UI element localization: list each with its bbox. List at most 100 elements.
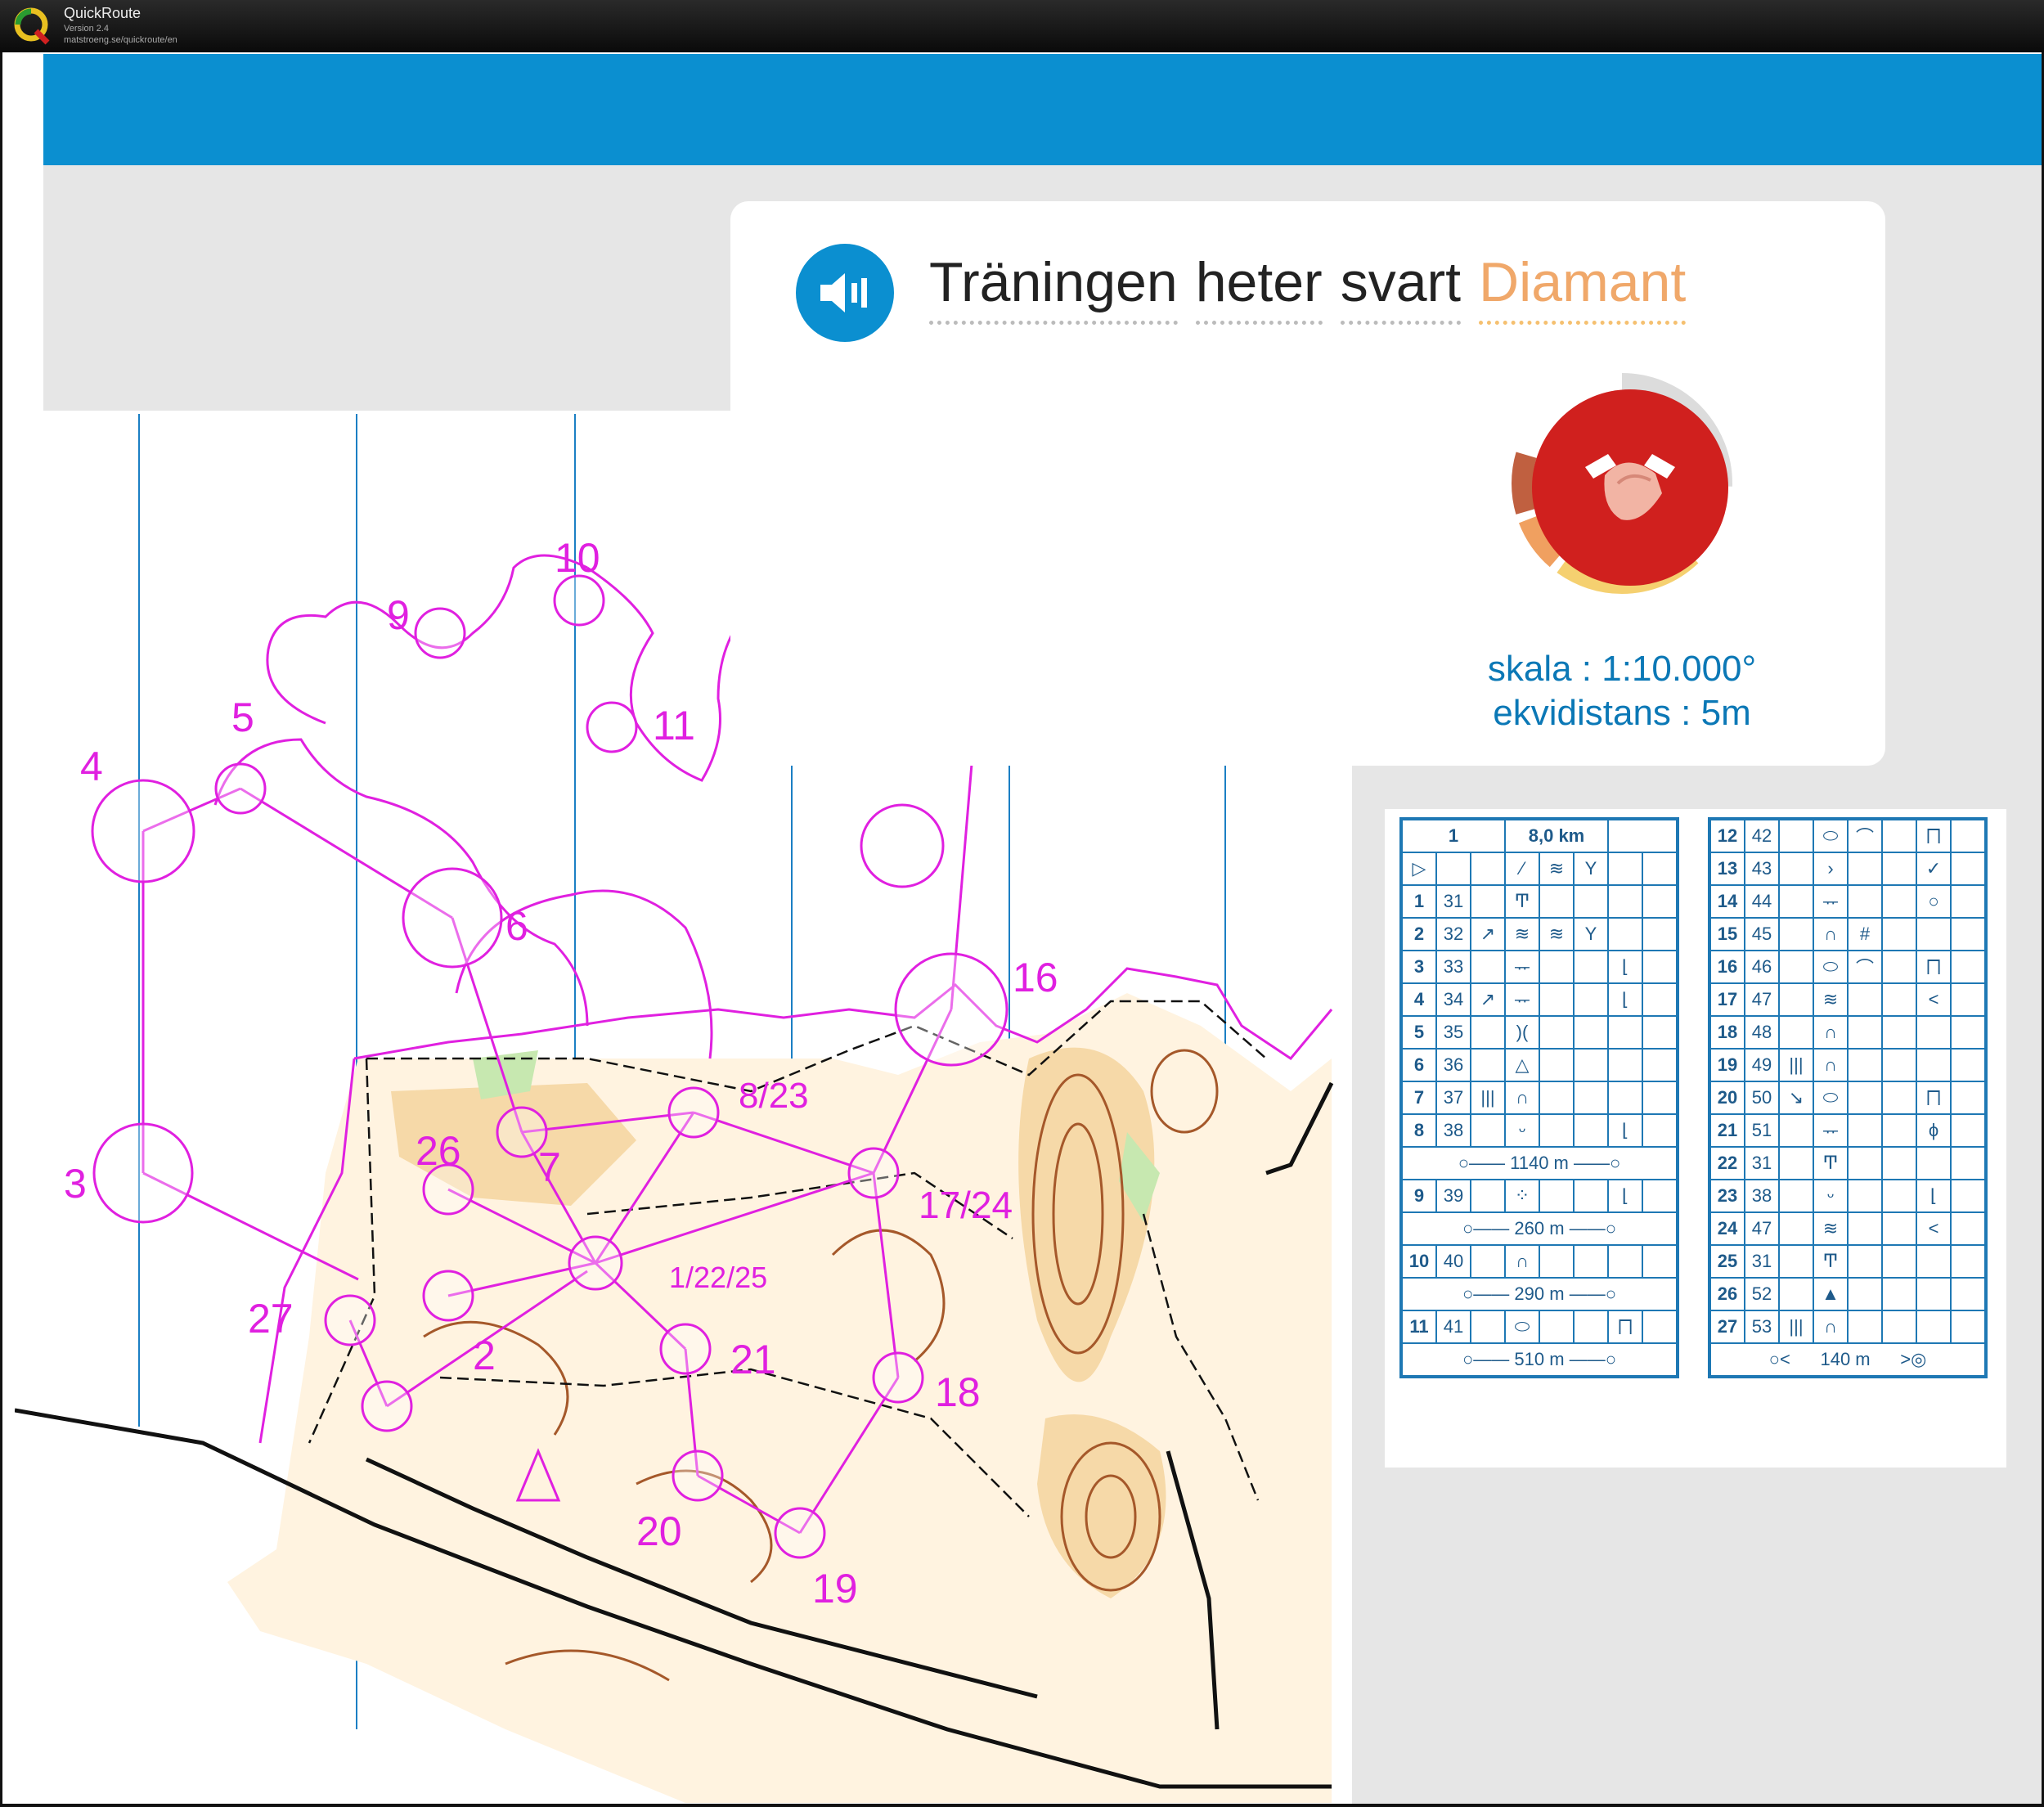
control-no: 16: [1709, 950, 1745, 984]
window-titlebar: QuickRoute Version 2.4 matstroeng.se/qui…: [0, 0, 2044, 52]
control-label: 1/22/25: [669, 1261, 767, 1294]
control-label: 19: [812, 1566, 858, 1611]
control-no: 6: [1400, 1048, 1437, 1082]
marsh-icon: ≋: [1813, 1211, 1849, 1246]
between-icon: |||: [1778, 1310, 1814, 1344]
cliff-icon: ᅲ: [1813, 1113, 1849, 1148]
description-cell: [1881, 917, 1917, 951]
description-cell: [1607, 1015, 1643, 1050]
control-code: 36: [1435, 1048, 1471, 1082]
description-cell: [1778, 818, 1814, 853]
description-cell: [1847, 1277, 1883, 1311]
control-no: 24: [1709, 1211, 1745, 1246]
ring-icon: ϕ: [1916, 1113, 1952, 1148]
control-no: 19: [1709, 1048, 1745, 1082]
description-cell: ⌒: [1847, 950, 1883, 984]
description-cell: [1470, 1310, 1506, 1344]
description-cell: [1539, 1113, 1575, 1148]
description-cell: [1950, 1081, 1987, 1115]
map-scale-info: skala : 1:10.000° ekvidistans : 5m: [1450, 647, 1794, 735]
app-version: Version 2.4: [64, 24, 110, 34]
control-no: 26: [1709, 1277, 1745, 1311]
description-cell: [1881, 1310, 1917, 1344]
description-cell: [1881, 852, 1917, 886]
feature-icon: Y: [1573, 852, 1609, 886]
control-no: 20: [1709, 1081, 1745, 1115]
corner-icon: ⌊: [1607, 1113, 1643, 1148]
marsh-icon: ≋: [1504, 917, 1540, 951]
blue-banner: [43, 54, 2042, 165]
check-icon: ✓: [1916, 852, 1952, 886]
control-code: 49: [1744, 1048, 1780, 1082]
description-cell: [1950, 950, 1987, 984]
foot-icon: ⨅: [1916, 818, 1952, 853]
control-no: 15: [1709, 917, 1745, 951]
control-code: 47: [1744, 1211, 1780, 1246]
description-cell: [1881, 1048, 1917, 1082]
control-label: 18: [935, 1369, 981, 1415]
course-length: 8,0 km: [1504, 818, 1609, 853]
description-cell: [1607, 852, 1643, 886]
description-cell: [1847, 1048, 1883, 1082]
description-table-left: 1 8,0 km ▷ ⁄ ≋ Y 1 31 Ͳ 2 32 ↗ ≋ ≋ Y 3 33 ᅲ ⌊ 4 34 ↗ ᅲ ⌊…: [1399, 817, 1679, 1378]
control-code: 31: [1744, 1244, 1780, 1279]
control-no: 3: [1400, 950, 1437, 984]
control-code: 31: [1744, 1146, 1780, 1180]
description-cell: [1881, 884, 1917, 919]
description-cell: [1539, 1244, 1575, 1279]
description-cell: [1607, 818, 1678, 853]
description-cell: [1470, 1179, 1506, 1213]
spur-icon: ›: [1813, 852, 1849, 886]
description-cell: [1916, 917, 1952, 951]
control-no: 8: [1400, 1113, 1437, 1148]
angle-icon: <: [1916, 982, 1952, 1017]
map-image-canvas[interactable]: 1/22/25 2 3 4 5 6 7 8/23 9 10 11 12 13 1…: [2, 52, 2042, 1804]
control-no: 18: [1709, 1015, 1745, 1050]
control-code: 46: [1744, 950, 1780, 984]
arrow-icon: ↗: [1470, 917, 1506, 951]
description-cell: [1847, 1244, 1883, 1279]
control-code: 47: [1744, 982, 1780, 1017]
knoll-icon: ∩: [1504, 1244, 1540, 1279]
description-cell: [1778, 1113, 1814, 1148]
cliff-icon: ᅲ: [1504, 950, 1540, 984]
description-cell: [1881, 1146, 1917, 1180]
description-cell: [1881, 1081, 1917, 1115]
description-cell: [1916, 1244, 1952, 1279]
ellipse-icon: ⬭: [1813, 1081, 1849, 1115]
description-cell: [1642, 1310, 1678, 1344]
description-cell: [1470, 1015, 1506, 1050]
control-label: 4: [80, 744, 103, 789]
control-no: 27: [1709, 1310, 1745, 1344]
description-cell: [1950, 1310, 1987, 1344]
control-code: 31: [1435, 884, 1471, 919]
leg-distance: ○—— 260 m ——○: [1400, 1211, 1678, 1246]
speaker-button[interactable]: [796, 244, 894, 342]
description-cell: [1539, 950, 1575, 984]
description-cell: [1881, 950, 1917, 984]
description-cell: [1642, 1081, 1678, 1115]
title-word: svart: [1340, 250, 1462, 325]
control-label: 7: [538, 1144, 561, 1190]
description-cell: [1950, 1277, 1987, 1311]
grid-icon: #: [1847, 917, 1883, 951]
description-cell: [1778, 982, 1814, 1017]
quickroute-logo-icon: [14, 7, 50, 45]
description-cell: [1435, 852, 1471, 886]
title-word: Träningen: [929, 250, 1178, 325]
boulder-icon: Ͳ: [1813, 1244, 1849, 1279]
description-cell: [1573, 1048, 1609, 1082]
description-cell: [1470, 950, 1506, 984]
boulder-icon: Ͳ: [1504, 884, 1540, 919]
feature-icon: ≋: [1539, 852, 1575, 886]
description-cell: [1539, 1015, 1575, 1050]
control-code: 42: [1744, 818, 1780, 853]
feature-icon: ⁄: [1504, 852, 1540, 886]
description-cell: [1573, 1310, 1609, 1344]
description-cell: [1778, 1146, 1814, 1180]
control-code: 53: [1744, 1310, 1780, 1344]
description-cell: [1539, 1048, 1575, 1082]
knoll-icon: ∩: [1813, 1048, 1849, 1082]
control-code: 48: [1744, 1015, 1780, 1050]
ellipse-icon: ⬭: [1813, 950, 1849, 984]
